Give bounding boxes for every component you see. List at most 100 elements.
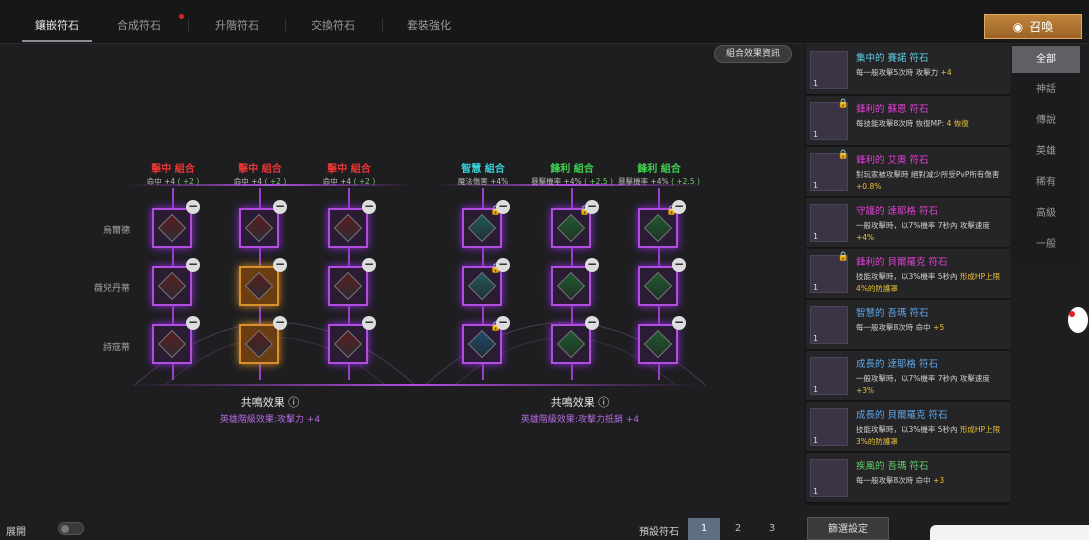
rune-slot[interactable]: − — [638, 316, 686, 364]
rune-thumbnail: 1 — [810, 51, 848, 89]
remove-rune-button[interactable]: − — [496, 200, 510, 214]
rune-slot[interactable]: − — [328, 316, 376, 364]
rune-thumbnail: 🔒 1 — [810, 252, 849, 293]
rune-slot[interactable]: − — [239, 316, 287, 364]
rune-desc: 每一般攻擊5次時 攻擊力 +4 — [856, 68, 952, 77]
rune-slot[interactable]: − — [551, 258, 599, 306]
rune-slot[interactable]: − — [551, 316, 599, 364]
combo-header: 鋒利 組合 暴擊機率 +4% ( +2.5 ) — [527, 160, 617, 187]
remove-rune-button[interactable]: − — [186, 200, 200, 214]
rarity-tab-mythic[interactable]: 神話 — [1012, 76, 1080, 103]
remove-rune-button[interactable]: − — [273, 200, 287, 214]
rune-list-item[interactable]: 🔒 1 鋒利的 艾奧 符石 對玩家被攻擊時 絕對減少所受PvP所有傷害 +0.8% — [806, 147, 1010, 197]
rune-list-item[interactable]: 1 疾風的 吾瑪 符石 每一般攻擊8次時 命中 +3 — [806, 453, 1010, 503]
rune-list-item[interactable]: 1 守護的 達耶格 符石 一般攻擊時，以7%機率 7秒內 攻擊速度 +4% — [806, 198, 1010, 248]
remove-rune-button[interactable]: − — [186, 258, 200, 272]
rune-gem-icon — [333, 329, 363, 359]
remove-rune-button[interactable]: − — [585, 316, 599, 330]
tab-upgrade[interactable]: 升階符石 — [202, 0, 272, 42]
rune-gem-icon — [556, 271, 586, 301]
rune-list-item[interactable]: 1 智慧的 吾瑪 符石 每一般攻擊8次時 命中 +5 — [806, 300, 1010, 350]
remove-rune-button[interactable]: − — [273, 316, 287, 330]
rarity-tab-common[interactable]: 一般 — [1012, 231, 1080, 258]
rune-list-item[interactable]: 🔒 1 鋒利的 蘇恩 符石 每技能攻擊8次時 恢復MP: 4 恢復 — [806, 96, 1010, 146]
remove-rune-button[interactable]: − — [672, 316, 686, 330]
filter-settings-button[interactable]: 篩選設定 — [807, 517, 889, 540]
rune-gem-icon — [467, 213, 497, 243]
rarity-tab-all[interactable]: 全部 — [1012, 46, 1080, 73]
mascot-side-icon[interactable] — [1058, 300, 1089, 340]
preset-button-2[interactable]: 2 — [722, 518, 754, 540]
remove-rune-button[interactable]: − — [362, 258, 376, 272]
rune-slot[interactable]: − — [239, 200, 287, 248]
rune-slot[interactable]: − — [152, 200, 200, 248]
rune-name: 成長的 達耶格 符石 — [856, 359, 939, 370]
rune-slot[interactable]: 🔒 − — [462, 316, 510, 364]
combo-info-button[interactable]: 組合效果資訊 — [714, 45, 792, 63]
combo-name: 擊中 組合 — [151, 164, 195, 175]
info-icon[interactable]: ⓘ — [598, 396, 609, 409]
toggle-knob — [61, 525, 69, 533]
combo-header: 擊中 組合 命中 +4 ( +2 ) — [215, 160, 305, 187]
tab-synthesize[interactable]: 合成符石 — [104, 0, 174, 42]
tab-set-enhance[interactable]: 套裝強化 — [394, 0, 464, 42]
rune-name: 智慧的 吾瑪 符石 — [856, 308, 929, 319]
combo-name: 智慧 組合 — [461, 164, 505, 175]
rune-desc: 一般攻擊時，以7%機率 7秒內 攻擊速度 +4% — [856, 221, 990, 242]
rarity-tab-rare[interactable]: 稀有 — [1012, 169, 1080, 196]
remove-rune-button[interactable]: − — [186, 316, 200, 330]
row-label: 詩寇蒂 — [102, 343, 130, 353]
combo-header: 擊中 組合 命中 +4 ( +2 ) — [304, 160, 394, 187]
rune-slot[interactable]: 🔒 − — [638, 200, 686, 248]
rune-slot[interactable]: − — [239, 258, 287, 306]
remove-rune-button[interactable]: − — [585, 258, 599, 272]
remove-rune-button[interactable]: − — [672, 200, 686, 214]
rune-slot[interactable]: 🔒 − — [462, 200, 510, 248]
rarity-tab-legend[interactable]: 傳說 — [1012, 107, 1080, 134]
tab-divider — [285, 18, 286, 32]
tab-engrave[interactable]: 鑲嵌符石 — [22, 0, 92, 42]
combo-effect: 魔法傷害 +4% — [457, 177, 509, 186]
rune-slot[interactable]: − — [328, 200, 376, 248]
combo-name: 鋒利 組合 — [550, 164, 594, 175]
tab-exchange[interactable]: 交換符石 — [298, 0, 368, 42]
remove-rune-button[interactable]: − — [496, 316, 510, 330]
remove-rune-button[interactable]: − — [585, 200, 599, 214]
rarity-tab-hero[interactable]: 英雄 — [1012, 138, 1080, 165]
lock-icon: 🔒 — [837, 150, 849, 160]
rune-gem-icon — [157, 271, 187, 301]
rune-name: 集中的 賽諾 符石 — [856, 53, 929, 64]
preset-button-3[interactable]: 3 — [756, 518, 788, 540]
rune-gem-icon — [556, 213, 586, 243]
rune-name: 鋒利的 蘇恩 符石 — [856, 104, 929, 115]
rune-list-item[interactable]: 1 成長的 貝爾羅克 符石 技能攻擊時，以3%機率 5秒內 形成HP上限3%的防… — [806, 402, 1010, 452]
resonance-title: 共鳴效果 — [550, 396, 595, 409]
rune-slot[interactable]: − — [638, 258, 686, 306]
combo-name: 鋒利 組合 — [637, 164, 681, 175]
top-tab-bar: 鑲嵌符石 合成符石 升階符石 交換符石 套裝強化 ◉ 召喚 — [0, 0, 1089, 44]
rune-list-item[interactable]: 🔒 1 鋒利的 貝爾羅克 符石 技能攻擊時，以3%機率 5秒內 形成HP上限4%的… — [806, 249, 1010, 299]
rune-slot[interactable]: − — [152, 316, 200, 364]
remove-rune-button[interactable]: − — [362, 200, 376, 214]
preset-button-1[interactable]: 1 — [688, 518, 720, 540]
rune-slot[interactable]: − — [328, 258, 376, 306]
rune-gem-icon — [643, 329, 673, 359]
rune-name: 鋒利的 貝爾羅克 符石 — [856, 257, 948, 268]
rune-name: 成長的 貝爾羅克 符石 — [856, 410, 948, 421]
remove-rune-button[interactable]: − — [672, 258, 686, 272]
rune-slot[interactable]: 🔒 − — [551, 200, 599, 248]
expand-toggle[interactable] — [58, 522, 84, 535]
rune-thumbnail: 1 — [810, 408, 848, 446]
rune-slot[interactable]: − — [152, 258, 200, 306]
overlay-widget — [930, 525, 1089, 540]
remove-rune-button[interactable]: − — [496, 258, 510, 272]
info-icon[interactable]: ⓘ — [288, 396, 299, 409]
rune-list-item[interactable]: 1 成長的 達耶格 符石 一般攻擊時，以7%機率 7秒內 攻擊速度 +3% — [806, 351, 1010, 401]
remove-rune-button[interactable]: − — [273, 258, 287, 272]
summon-button[interactable]: ◉ 召喚 — [984, 14, 1082, 39]
rune-list-item[interactable]: 1 集中的 賽諾 符石 每一般攻擊5次時 攻擊力 +4 — [806, 45, 1010, 95]
rune-slot[interactable]: 🔒 − — [462, 258, 510, 306]
remove-rune-button[interactable]: − — [362, 316, 376, 330]
rarity-tab-advanced[interactable]: 高級 — [1012, 200, 1080, 227]
rune-name: 疾風的 吾瑪 符石 — [856, 461, 929, 472]
